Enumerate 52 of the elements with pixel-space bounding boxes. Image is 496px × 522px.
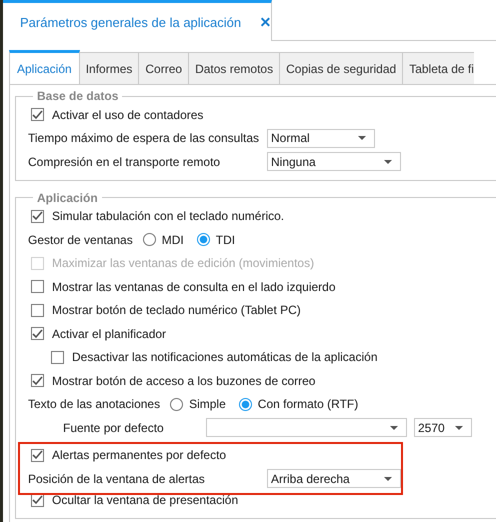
checkbox-label: Activar el uso de contadores <box>52 106 204 123</box>
radio-label: TDI <box>216 232 236 248</box>
dropdown[interactable]: Normal <box>267 128 375 148</box>
caret-icon <box>455 426 463 430</box>
field-label: Compresión en el transporte remoto <box>28 154 222 170</box>
checkbox[interactable] <box>31 448 44 462</box>
field-label: Texto de las anotaciones <box>28 396 160 412</box>
field-label: Tiempo máximo de espera de las consultas <box>28 130 260 146</box>
caret-icon <box>358 136 366 140</box>
radio-label: Simple <box>189 396 226 412</box>
checkbox[interactable] <box>31 304 44 317</box>
field-label: Fuente por defecto <box>63 420 165 436</box>
caret-icon <box>384 160 392 164</box>
checkbox-label: Mostrar botón de acceso a los buzones de correo <box>52 372 316 389</box>
dropdown[interactable]: Arriba derecha <box>267 469 401 488</box>
field-label: Gestor de ventanas <box>28 232 133 248</box>
radio-button[interactable] <box>196 233 210 246</box>
radio-label: Con formato (RTF) <box>258 396 358 412</box>
caret-icon <box>390 426 398 430</box>
checkbox-label: Alertas permanentes por defecto <box>52 447 226 464</box>
checkbox-label: Desactivar las notificaciones automáticas de la aplicación <box>72 349 378 366</box>
group-title: Aplicación <box>36 190 99 204</box>
dropdown[interactable]: Ninguna <box>267 152 401 172</box>
group-title: Base de datos <box>36 89 120 103</box>
checkbox-label: Maximizar las ventanas de edición (movimientos) <box>52 255 314 272</box>
checkbox-label: Mostrar botón de teclado numérico (Tablet PC) <box>52 302 301 318</box>
document-title: Parámetros generales de la aplicación <box>20 14 242 30</box>
tab[interactable]: Copias de seguridad <box>279 52 404 84</box>
checkbox-label: Mostrar las ventanas de consulta en el lado izquierdo <box>52 278 336 295</box>
radio-button[interactable] <box>238 398 252 411</box>
checkbox-label: Activar el planificador <box>52 326 166 342</box>
checkbox[interactable] <box>31 327 44 340</box>
caret-icon <box>384 476 392 481</box>
tab[interactable]: Tableta de fi <box>402 52 474 84</box>
radio-button[interactable] <box>170 398 184 411</box>
checkbox-label: Simular tabulación con el teclado numérico. <box>52 208 284 224</box>
size-dropdown[interactable]: 2570 <box>414 418 472 438</box>
document-tab[interactable]: Parámetros generales de la aplicación × <box>3 0 272 41</box>
checkbox[interactable] <box>31 280 44 294</box>
checkbox[interactable] <box>31 374 44 388</box>
checkbox[interactable] <box>31 210 44 223</box>
tab[interactable]: Datos remotos <box>188 52 280 84</box>
close-button[interactable]: × <box>258 13 273 31</box>
tab[interactable]: Correo <box>138 52 190 84</box>
field-label: Posición de la ventana de alertas <box>28 470 206 487</box>
radio-button[interactable] <box>142 233 156 246</box>
tab[interactable]: Aplicación <box>9 50 80 84</box>
tab[interactable]: Informes <box>78 52 140 84</box>
checkbox[interactable] <box>31 108 44 122</box>
checkbox-label: Ocultar la ventana de presentación <box>52 492 238 508</box>
radio-label: MDI <box>162 232 184 248</box>
checkbox[interactable] <box>51 350 64 364</box>
